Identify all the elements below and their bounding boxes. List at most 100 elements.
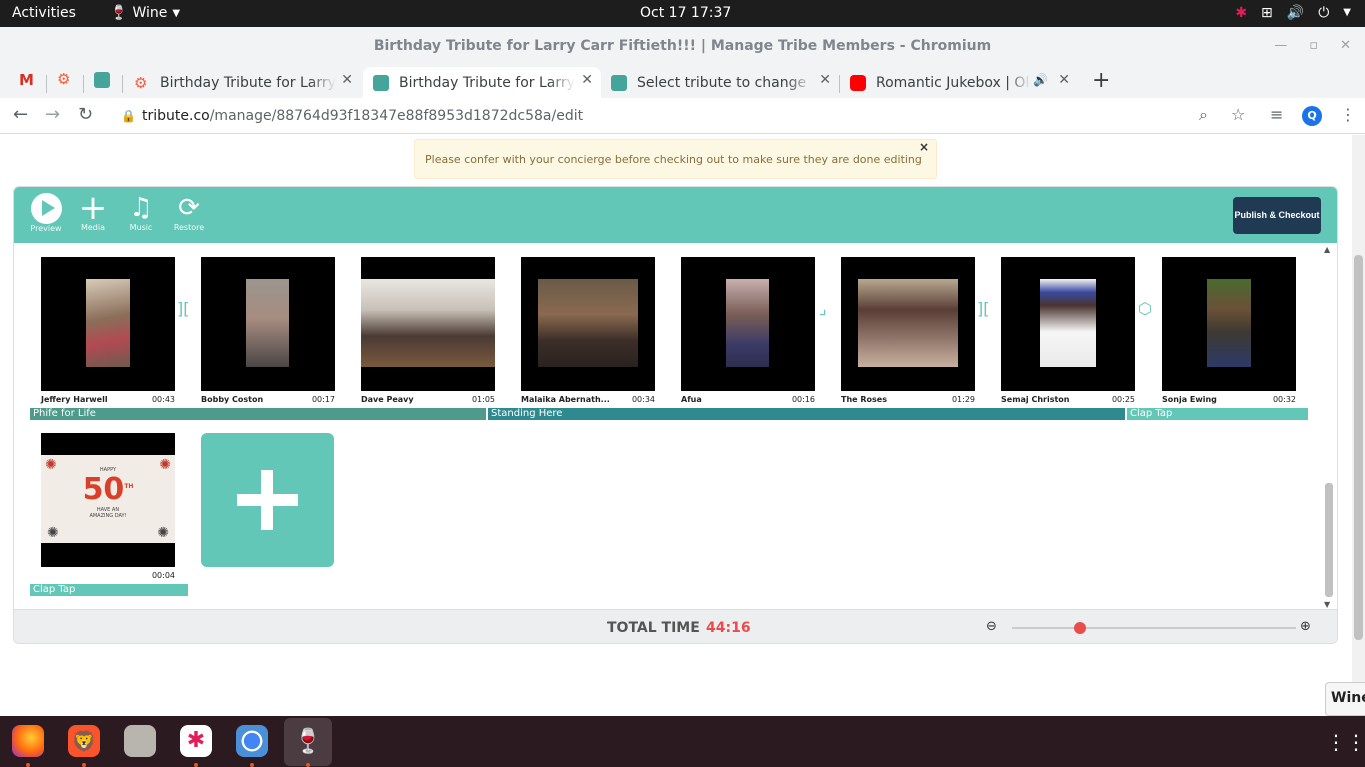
forward-arrow-icon[interactable]: →: [45, 104, 60, 125]
slack-icon[interactable]: ✱: [180, 725, 212, 757]
profile-avatar[interactable]: Q: [1302, 106, 1322, 126]
maximize-icon[interactable]: ▫: [1309, 27, 1318, 65]
brave-icon[interactable]: 🦁: [68, 725, 100, 757]
wine-window-preview[interactable]: Wine: [1325, 682, 1365, 716]
volume-icon[interactable]: 🔊: [1287, 4, 1304, 22]
tab-birthday-tribute-2[interactable]: Birthday Tribute for Larry Carr Fiftieth…: [363, 67, 601, 98]
tab-select-tribute[interactable]: Select tribute to change | Django site a…: [601, 67, 839, 98]
page-scroll-thumb[interactable]: [1354, 255, 1363, 640]
lock-icon[interactable]: 🔒: [121, 101, 136, 131]
running-indicator: [82, 763, 86, 767]
menu-kebab-icon[interactable]: ⋮: [1340, 105, 1356, 124]
timeline-zoom-control[interactable]: ⊖ ⊕: [986, 619, 1312, 637]
clip-thumbnail[interactable]: [521, 257, 655, 391]
zoom-in-icon[interactable]: ⊕: [1300, 619, 1311, 634]
network-icon[interactable]: ⊞: [1261, 4, 1273, 22]
audio-playing-icon[interactable]: 🔊: [1033, 73, 1048, 87]
clip-card[interactable]: Bobby Coston 00:17: [201, 257, 335, 404]
gmail-icon[interactable]: M: [19, 71, 35, 89]
minimize-icon[interactable]: —: [1274, 27, 1287, 65]
power-icon[interactable]: ⏻: [1318, 4, 1329, 22]
clip-card[interactable]: HAPPY 50TH HAVE AN AMAZING DAY! ✺ ✺ ✺ ✺ …: [41, 433, 175, 580]
clip-thumbnail[interactable]: [201, 257, 335, 391]
preview-button[interactable]: Preview: [26, 193, 66, 233]
music-track[interactable]: Phife for Life: [30, 408, 486, 420]
show-apps-grid-icon[interactable]: ⋮⋮⋮: [1326, 730, 1365, 754]
alert-close-icon[interactable]: ×: [919, 135, 929, 167]
clip-thumbnail[interactable]: [41, 257, 175, 391]
add-media-tile[interactable]: [201, 433, 334, 567]
restore-button[interactable]: ⟳ Restore: [169, 193, 209, 232]
scroll-down-icon[interactable]: ▼: [1324, 600, 1330, 609]
scroll-up-icon[interactable]: ▲: [1324, 245, 1330, 254]
transition-icon[interactable]: ][: [977, 299, 989, 318]
reload-icon[interactable]: ↻: [78, 104, 93, 125]
back-arrow-icon[interactable]: ←: [13, 104, 28, 125]
clip-thumbnail[interactable]: [361, 257, 495, 391]
clip-duration: 00:34: [631, 395, 655, 404]
clip-name: The Roses: [841, 395, 887, 404]
caret-down-icon: ▼: [172, 7, 181, 19]
ubuntu-dock: 🦁 ✱ 🍷 ⋮⋮⋮: [0, 716, 1365, 767]
slack-tray-icon[interactable]: ✱: [1235, 4, 1247, 22]
close-icon[interactable]: ✕: [819, 72, 831, 88]
close-icon[interactable]: ✕: [341, 72, 353, 88]
music-label: Music: [129, 223, 153, 232]
media-button[interactable]: + Media: [73, 191, 113, 232]
url-host: tribute.co: [142, 108, 210, 124]
media-control-icon[interactable]: ≡: [1270, 105, 1283, 124]
clock[interactable]: Oct 17 17:37: [640, 5, 731, 21]
wine-icon[interactable]: 🍷: [292, 725, 324, 757]
page-scrollbar[interactable]: [1352, 135, 1365, 716]
clip-duration: 00:43: [151, 395, 175, 404]
files-icon[interactable]: [124, 725, 156, 757]
timeline-scroll-thumb[interactable]: [1325, 483, 1333, 597]
music-track[interactable]: Standing Here: [488, 408, 1125, 420]
app-menu[interactable]: 🍷 Wine ▼: [110, 5, 180, 21]
clip-card[interactable]: Jeffery Harwell 00:43: [41, 257, 175, 404]
system-tray[interactable]: ✱ ⊞ 🔊 ⏻ ▼: [1235, 4, 1351, 22]
tab-romantic-jukebox[interactable]: Romantic Jukebox | Old Songs 🔊 ✕: [840, 67, 1078, 98]
clip-thumbnail[interactable]: [1162, 257, 1296, 391]
clip-card[interactable]: Dave Peavy 01:05: [361, 257, 495, 404]
transition-cube-icon[interactable]: ⬡: [1138, 299, 1152, 318]
hubspot-icon[interactable]: ⚙: [57, 70, 73, 88]
clip-card[interactable]: Afua 00:16: [681, 257, 815, 404]
tab-separator: [122, 75, 123, 93]
chromium-icon[interactable]: [236, 725, 268, 757]
clip-thumbnail[interactable]: HAPPY 50TH HAVE AN AMAZING DAY! ✺ ✺ ✺ ✺: [41, 433, 175, 567]
new-tab-button[interactable]: +: [1092, 68, 1110, 93]
firefox-icon[interactable]: [12, 725, 44, 757]
music-track[interactable]: Clap Tap: [1127, 408, 1308, 420]
running-indicator: [26, 763, 30, 767]
window-controls: — ▫ ✕: [1274, 27, 1351, 65]
zoom-slider-track[interactable]: [1012, 627, 1296, 629]
zoom-search-icon[interactable]: ⌕: [1199, 105, 1208, 125]
clip-card[interactable]: Malaika Abernath... 00:34: [521, 257, 655, 404]
transition-icon[interactable]: ][: [177, 299, 189, 318]
clip-thumbnail[interactable]: [1001, 257, 1135, 391]
music-button[interactable]: ♫ Music: [121, 193, 161, 232]
publish-checkout-button[interactable]: Publish & Checkout: [1233, 197, 1321, 234]
firework-icon: ✺: [45, 457, 57, 473]
clip-photo: [246, 279, 289, 367]
caret-down-icon[interactable]: ▼: [1343, 4, 1351, 22]
close-window-icon[interactable]: ✕: [1340, 27, 1351, 65]
transition-icon[interactable]: ⌟: [819, 299, 827, 318]
tab-birthday-tribute-1[interactable]: ⚙ Birthday Tribute for Larry Carr Fiftie…: [124, 67, 361, 98]
clip-thumbnail[interactable]: [681, 257, 815, 391]
clip-card[interactable]: The Roses 01:29: [841, 257, 975, 404]
timeline-scrollbar[interactable]: ▲ ▼: [1323, 245, 1335, 609]
address-bar[interactable]: 🔒 tribute.co/manage/88764d93f18347e88f89…: [112, 101, 1227, 131]
close-icon[interactable]: ✕: [581, 72, 593, 88]
music-track[interactable]: Clap Tap: [30, 584, 188, 596]
clip-card[interactable]: Semaj Christon 00:25: [1001, 257, 1135, 404]
clip-thumbnail[interactable]: [841, 257, 975, 391]
zoom-out-icon[interactable]: ⊖: [986, 619, 997, 634]
close-icon[interactable]: ✕: [1058, 72, 1070, 88]
bookmark-star-icon[interactable]: ☆: [1231, 105, 1245, 124]
tribute-icon[interactable]: [94, 72, 110, 88]
zoom-slider-knob[interactable]: [1074, 622, 1087, 634]
activities-button[interactable]: Activities: [12, 5, 76, 21]
clip-card[interactable]: Sonja Ewing 00:32: [1162, 257, 1296, 404]
